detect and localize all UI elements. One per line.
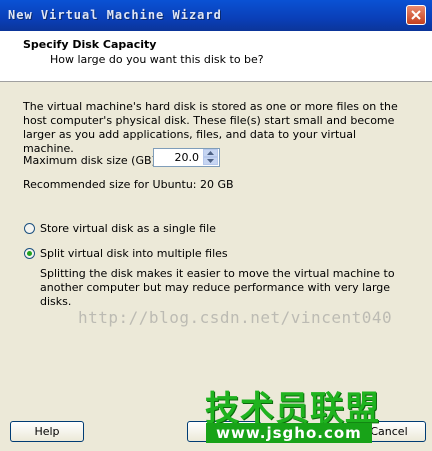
page-title: Specify Disk Capacity (23, 38, 157, 51)
help-button[interactable]: Help (10, 421, 84, 442)
title-bar: New Virtual Machine Wizard (0, 0, 432, 31)
radio-selected-dot (27, 251, 32, 256)
page-subtitle: How large do you want this disk to be? (50, 53, 264, 66)
arrow-down-icon (207, 159, 214, 163)
max-disk-size-spinner[interactable]: 20.0 (153, 148, 220, 167)
multiple-files-radio[interactable] (24, 248, 35, 259)
wizard-content: The virtual machine's hard disk is store… (0, 82, 432, 411)
arrow-up-icon (207, 151, 214, 155)
window-title: New Virtual Machine Wizard (8, 8, 222, 22)
close-icon (411, 10, 421, 20)
wizard-header: Specify Disk Capacity How large do you w… (0, 31, 432, 82)
spin-up-button[interactable] (203, 149, 218, 157)
max-disk-size-value[interactable]: 20.0 (175, 151, 200, 164)
max-disk-size-label: Maximum disk size (GB): (23, 154, 160, 167)
split-description: Splitting the disk makes it easier to mo… (40, 267, 395, 308)
spin-down-button[interactable] (203, 157, 218, 165)
watermark-url: http://blog.csdn.net/vincent040 (78, 308, 393, 327)
close-button[interactable] (406, 5, 426, 25)
multiple-files-label[interactable]: Split virtual disk into multiple files (40, 247, 228, 260)
watermark-logo-url: www.jsgho.com (206, 423, 372, 443)
single-file-radio[interactable] (24, 223, 35, 234)
recommended-size-text: Recommended size for Ubuntu: 20 GB (23, 178, 234, 191)
single-file-label[interactable]: Store virtual disk as a single file (40, 222, 216, 235)
